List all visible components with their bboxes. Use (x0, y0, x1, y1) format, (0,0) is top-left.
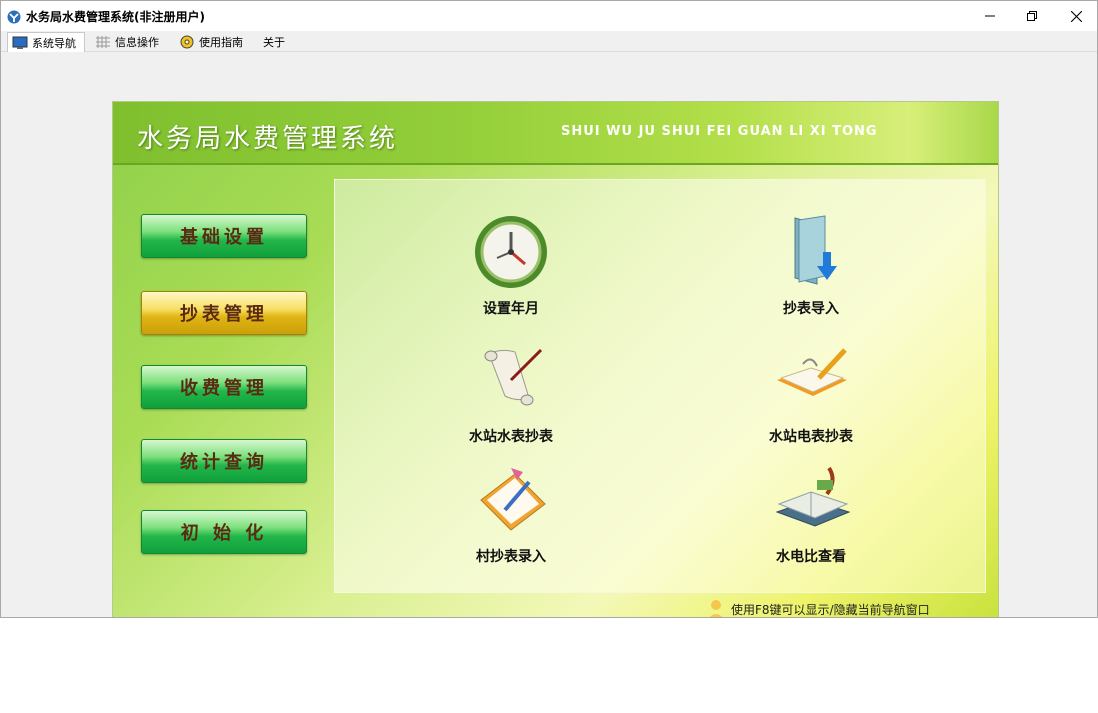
station-water-meter-item[interactable]: 水站水表抄表 (431, 340, 591, 446)
close-icon (1070, 10, 1082, 22)
tab-system-nav[interactable]: 系统导航 (7, 32, 85, 52)
content-area: 水务局水费管理系统 SHUI WU JU SHUI FEI GUAN LI XI… (1, 52, 1097, 617)
minimize-button[interactable] (967, 1, 1013, 31)
menu-meter-reading-button[interactable]: 抄表管理 (141, 291, 307, 335)
help-disc-icon (180, 35, 194, 49)
menu-initialize-button[interactable]: 初 始 化 (141, 510, 307, 554)
panel-header: 水务局水费管理系统 SHUI WU JU SHUI FEI GUAN LI XI… (113, 102, 998, 165)
clock-icon (475, 216, 547, 288)
set-year-month-item[interactable]: 设置年月 (431, 212, 591, 318)
item-label: 设置年月 (483, 301, 539, 317)
tab-bar: 系统导航 信息操作 使用指南 关于 (1, 31, 1097, 52)
tab-label: 信息操作 (115, 36, 159, 49)
item-label: 水站电表抄表 (769, 429, 853, 445)
tab-user-guide[interactable]: 使用指南 (175, 32, 253, 52)
book-stack-icon (775, 466, 851, 527)
clipboard-pen-icon (480, 468, 546, 531)
hint-bar: 使用F8键可以显示/隐藏当前导航窗口 (705, 598, 930, 617)
scroll-quill-icon (484, 348, 543, 406)
tab-label: 系统导航 (32, 36, 76, 50)
menu-fee-management-button[interactable]: 收费管理 (141, 365, 307, 409)
water-electric-ratio-item[interactable]: 水电比查看 (731, 460, 891, 566)
notebook-pencil-icon (777, 348, 847, 396)
village-meter-entry-item[interactable]: 村抄表录入 (431, 460, 591, 566)
app-window: 水务局水费管理系统(非注册用户) 系统导航 信息操作 使用指南 关于 水务局水费… (0, 0, 1098, 618)
item-label: 水电比查看 (776, 549, 846, 565)
tab-about[interactable]: 关于 (259, 32, 299, 52)
title-bar: 水务局水费管理系统(非注册用户) (1, 1, 1097, 31)
restore-icon (1027, 11, 1037, 21)
navigation-panel: 水务局水费管理系统 SHUI WU JU SHUI FEI GUAN LI XI… (112, 101, 999, 617)
item-label: 村抄表录入 (476, 549, 546, 565)
folder-import-icon (794, 215, 837, 285)
tab-label: 关于 (263, 36, 285, 49)
function-grid: 设置年月 抄表导入 水站水表抄表 水站电表抄表 村抄表录入 水电比查看 (334, 179, 986, 593)
station-electric-meter-item[interactable]: 水站电表抄表 (731, 340, 891, 446)
item-label: 抄表导入 (783, 301, 839, 317)
tab-label: 使用指南 (199, 36, 243, 49)
minimize-icon (985, 15, 995, 17)
item-label: 水站水表抄表 (469, 429, 553, 445)
menu-statistics-query-button[interactable]: 统计查询 (141, 439, 307, 483)
hint-text: 使用F8键可以显示/隐藏当前导航窗口 (731, 602, 930, 617)
close-button[interactable] (1053, 1, 1097, 31)
meter-import-item[interactable]: 抄表导入 (731, 212, 891, 318)
restore-button[interactable] (1009, 1, 1055, 31)
monitor-icon (12, 36, 28, 49)
panel-title: 水务局水费管理系统 (137, 124, 399, 154)
window-title: 水务局水费管理系统(非注册用户) (26, 10, 205, 24)
grid-icon (96, 36, 110, 48)
app-logo-icon (7, 10, 21, 24)
tab-info-ops[interactable]: 信息操作 (91, 32, 169, 52)
panel-subtitle: SHUI WU JU SHUI FEI GUAN LI XI TONG (561, 124, 878, 139)
user-icon (709, 600, 723, 617)
menu-basic-settings-button[interactable]: 基础设置 (141, 214, 307, 258)
